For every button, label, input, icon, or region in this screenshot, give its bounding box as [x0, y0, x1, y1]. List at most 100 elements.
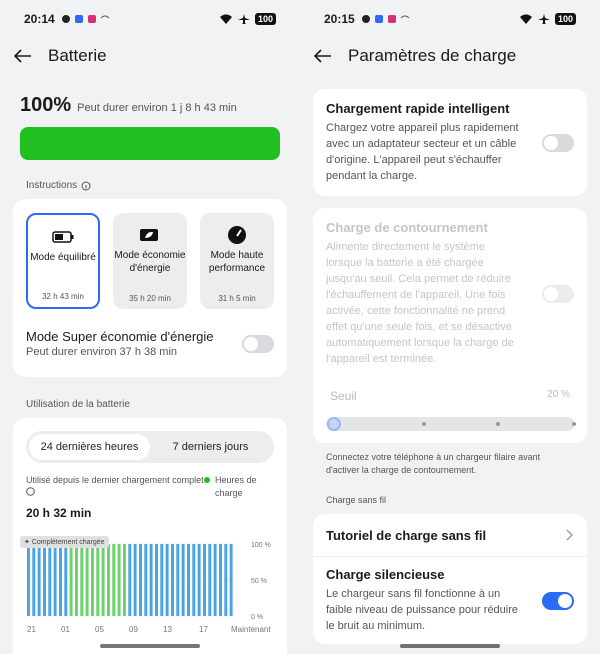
nav-handle[interactable] [400, 644, 500, 648]
super-saver-title: Mode Super économie d'énergie [26, 329, 214, 344]
usage-bar [91, 544, 94, 616]
super-saver-toggle[interactable] [242, 334, 274, 353]
usage-bar [37, 544, 41, 616]
usage-bar [160, 544, 164, 616]
battery-estimate: Peut durer environ 1 j 8 h 43 min [77, 102, 237, 114]
battery-status-badge: 100 [254, 13, 276, 25]
info-icon[interactable] [81, 181, 91, 191]
usage-bar [155, 544, 158, 616]
usage-chart: 100 % 50 % 0 % 21 01 05 09 13 17 Maintenant [27, 542, 271, 634]
bypass-toggle[interactable] [542, 284, 574, 303]
usage-value: 20 h 32 min [26, 506, 92, 520]
usage-bar [197, 544, 201, 616]
tab-24h[interactable]: 24 dernières heures [29, 434, 150, 460]
fast-charge-body: Chargez votre appareil plus rapidement a… [326, 122, 519, 182]
info-icon[interactable] [26, 487, 35, 496]
wifi-icon [519, 14, 532, 24]
y-tick-label: 0 % [251, 614, 263, 621]
instagram-icon [87, 15, 96, 23]
usage-bar [149, 544, 153, 616]
threshold-slider[interactable] [326, 417, 576, 431]
battery-level-bar [20, 127, 280, 160]
fast-charge-card: Chargement rapide intelligent Chargez vo… [313, 89, 587, 196]
silent-charge-title: Charge silencieuse [326, 567, 445, 582]
usage-bar [139, 544, 142, 616]
mode-label: Mode haute performance [208, 250, 266, 274]
app-icon [374, 15, 383, 23]
usage-bar [229, 544, 233, 616]
usage-bar [96, 544, 100, 616]
mode-balanced[interactable]: Mode équilibré 32 h 43 min [26, 213, 100, 309]
mode-high-performance[interactable]: Mode haute performance 31 h 5 min [200, 213, 274, 309]
slider-step-dot [572, 422, 576, 426]
fast-charge-title: Chargement rapide intelligent [326, 101, 510, 116]
x-tick-label: Maintenant [231, 625, 271, 634]
usage-bar [32, 544, 36, 616]
wireless-tutorial-label: Tutoriel de charge sans fil [326, 527, 487, 543]
super-saver-row[interactable]: Mode Super économie d'énergie Peut durer… [13, 329, 287, 358]
bypass-title: Charge de contournement [326, 220, 488, 235]
usage-bar [53, 544, 57, 616]
x-tick-label: 09 [129, 625, 138, 634]
slider-step-dot [496, 422, 500, 426]
mode-label: Mode équilibré [30, 252, 96, 263]
usage-bar [144, 544, 148, 616]
fast-charge-toggle[interactable] [542, 133, 574, 152]
mode-time: 31 h 5 min [218, 294, 256, 303]
wireless-tutorial-row[interactable]: Tutoriel de charge sans fil [326, 514, 574, 556]
x-tick-label: 13 [163, 625, 172, 634]
airplane-icon [537, 14, 550, 24]
usage-bar [107, 544, 110, 616]
status-bar: 20:15 100 [300, 0, 600, 38]
instructions-label[interactable]: Instructions [26, 180, 77, 191]
wifi-icon [219, 14, 232, 24]
usage-bar [117, 544, 121, 616]
status-time: 20:15 [324, 12, 355, 26]
usage-bar [128, 544, 132, 616]
usage-bar [219, 544, 222, 616]
mode-time: 32 h 43 min [42, 292, 84, 301]
instagram-icon [387, 15, 396, 23]
slider-step-dot [422, 422, 426, 426]
usage-bar [176, 544, 180, 616]
usage-bar [43, 544, 46, 616]
usage-bar [213, 544, 217, 616]
back-arrow-icon[interactable] [314, 46, 334, 66]
x-tick-label: 21 [27, 625, 36, 634]
charging-legend-label: Heures de charge [215, 475, 257, 498]
silent-charge-toggle[interactable] [542, 591, 574, 610]
battery-icon [52, 227, 74, 247]
modes-card: Mode équilibré 32 h 43 min Mode économie… [13, 199, 287, 377]
usage-bar [112, 544, 116, 616]
usage-section-label: Utilisation de la batterie [26, 399, 130, 410]
speedometer-icon [227, 225, 247, 245]
threshold-slider-knob[interactable] [327, 417, 341, 431]
back-arrow-icon[interactable] [14, 46, 34, 66]
notification-icons [61, 14, 110, 24]
silent-charge-body: Le chargeur sans fil fonctionne à un fai… [326, 588, 519, 632]
wifi-small-icon [400, 15, 410, 19]
x-tick-label: 05 [95, 625, 104, 634]
nav-handle[interactable] [100, 644, 200, 648]
usage-bar [85, 544, 89, 616]
usage-bar [59, 544, 62, 616]
mode-power-saver[interactable]: Mode économie d'énergie 35 h 20 min [113, 213, 187, 309]
mode-label: Mode économie d'énergie [114, 250, 186, 274]
app-icon [74, 15, 83, 23]
fully-charged-chip: ✦ Complètement chargée [20, 536, 109, 548]
usage-bar [208, 544, 212, 616]
page-title: Batterie [48, 46, 107, 65]
mode-time: 35 h 20 min [129, 294, 171, 303]
wifi-small-icon [100, 15, 110, 19]
bypass-body: Alimente directement le système lorsque … [326, 241, 514, 365]
usage-bar [203, 544, 206, 616]
fully-charged-label: Complètement chargée [31, 539, 105, 546]
usage-bar [75, 544, 78, 616]
tab-7days[interactable]: 7 derniers jours [150, 434, 271, 460]
threshold-value: 20 % [547, 389, 570, 400]
usage-bar [181, 544, 185, 616]
chat-icon [61, 15, 70, 23]
usage-bar [187, 544, 190, 616]
wireless-card: Tutoriel de charge sans fil Charge silen… [313, 514, 587, 644]
silent-charge-row: Charge silencieuse Le chargeur sans fil … [326, 557, 574, 644]
